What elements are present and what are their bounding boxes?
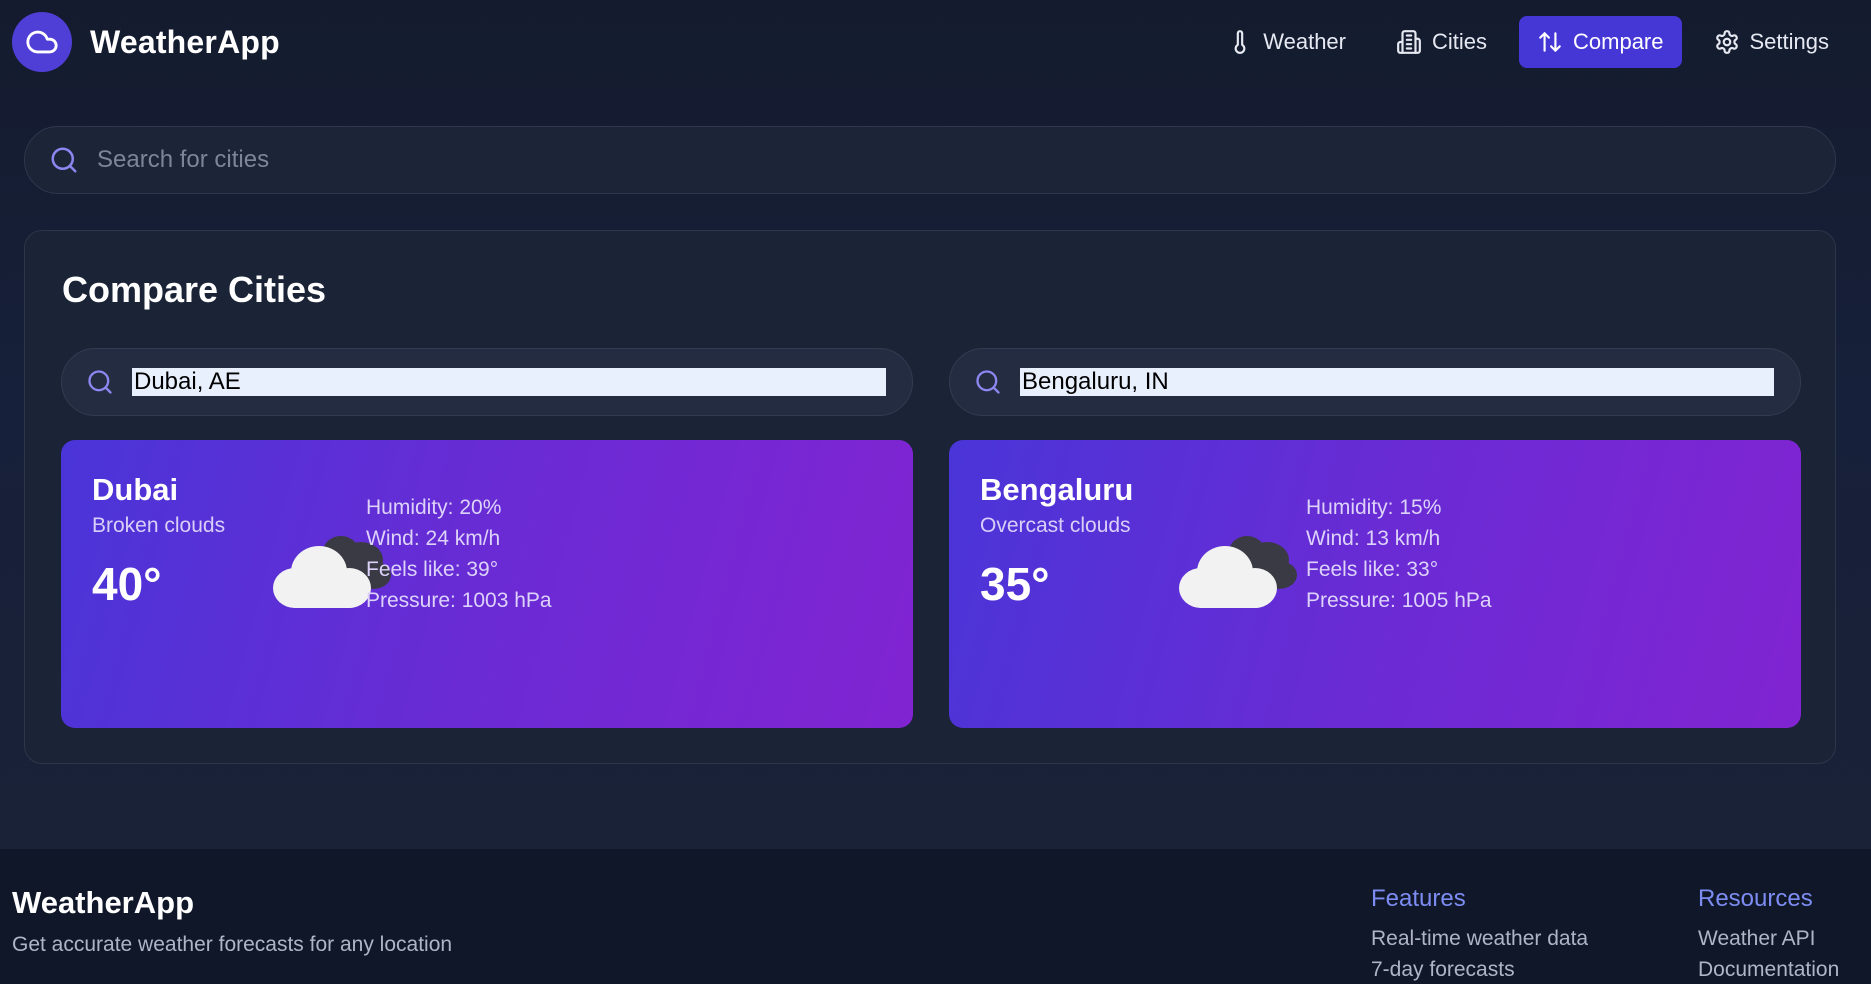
page-title: Compare Cities bbox=[62, 269, 327, 310]
nav-compare-label: Compare bbox=[1573, 29, 1664, 54]
search-icon bbox=[976, 370, 1000, 394]
nav-cities-label: Cities bbox=[1432, 29, 1488, 54]
temperature: 35° bbox=[980, 558, 1050, 610]
footer-features: Features Real-time weather data 7-day fo… bbox=[1371, 885, 1588, 984]
left-city-search bbox=[61, 348, 913, 416]
footer-features-title: Features bbox=[1371, 885, 1466, 912]
footer-tagline: Get accurate weather forecasts for any l… bbox=[12, 933, 453, 956]
wind: Wind: 24 km/h bbox=[366, 527, 501, 550]
building-icon bbox=[1397, 30, 1421, 54]
search-input[interactable] bbox=[97, 146, 1697, 174]
swap-arrows-icon bbox=[1539, 32, 1561, 52]
left-weather-card: Dubai Broken clouds 40° Humidity: 20% Wi… bbox=[61, 440, 913, 728]
gear-icon bbox=[1715, 30, 1738, 54]
nav-compare[interactable]: Compare bbox=[1519, 16, 1682, 68]
city-name: Dubai bbox=[92, 472, 179, 507]
top-navbar: WeatherApp Weather Cities Compare Settin… bbox=[0, 0, 1871, 84]
feels-like: Feels like: 33° bbox=[1306, 558, 1439, 581]
temperature: 40° bbox=[92, 558, 162, 610]
footer-brand: WeatherApp bbox=[12, 885, 195, 920]
thermometer-icon bbox=[1234, 30, 1246, 54]
city-search-bar bbox=[24, 126, 1836, 194]
search-icon bbox=[51, 147, 77, 173]
nav-settings[interactable]: Settings bbox=[1696, 16, 1848, 68]
brand-name: WeatherApp bbox=[90, 23, 280, 60]
cloud-logo-icon bbox=[12, 12, 72, 72]
weather-stats: Humidity: 15% Wind: 13 km/h Feels like: … bbox=[1306, 492, 1492, 616]
nav-cities[interactable]: Cities bbox=[1378, 16, 1505, 68]
footer-link[interactable]: Weather API bbox=[1698, 923, 1839, 954]
pressure: Pressure: 1005 hPa bbox=[1306, 589, 1492, 612]
footer-resources: Resources Weather API Documentation bbox=[1698, 885, 1839, 984]
pressure: Pressure: 1003 hPa bbox=[366, 589, 552, 612]
right-city-search bbox=[949, 348, 1801, 416]
weather-stats: Humidity: 20% Wind: 24 km/h Feels like: … bbox=[366, 492, 552, 616]
footer-link[interactable]: Real-time weather data bbox=[1371, 923, 1588, 954]
main-nav: Weather Cities Compare Settings bbox=[1209, 16, 1847, 68]
footer-resources-title: Resources bbox=[1698, 885, 1813, 912]
footer-link[interactable]: 7-day forecasts bbox=[1371, 954, 1588, 984]
brand[interactable]: WeatherApp bbox=[12, 12, 280, 72]
nav-weather-label: Weather bbox=[1263, 29, 1346, 54]
right-city-input[interactable] bbox=[1020, 368, 1774, 396]
nav-weather[interactable]: Weather bbox=[1209, 16, 1364, 68]
right-weather-card: Bengaluru Overcast clouds 35° Humidity: … bbox=[949, 440, 1801, 728]
weather-condition: Broken clouds bbox=[92, 514, 226, 537]
weather-condition: Overcast clouds bbox=[980, 514, 1131, 537]
humidity: Humidity: 15% bbox=[1306, 496, 1442, 519]
humidity: Humidity: 20% bbox=[366, 496, 502, 519]
feels-like: Feels like: 39° bbox=[366, 558, 499, 581]
search-icon bbox=[88, 370, 112, 394]
city-name: Bengaluru bbox=[980, 472, 1134, 507]
left-city-input[interactable] bbox=[132, 368, 886, 396]
footer-link[interactable]: Documentation bbox=[1698, 954, 1839, 984]
nav-settings-label: Settings bbox=[1749, 29, 1830, 54]
compare-panel: Compare Cities Dubai Broken clouds 40° H… bbox=[24, 230, 1836, 764]
footer: WeatherApp Get accurate weather forecast… bbox=[0, 849, 1871, 984]
overcast-clouds-icon bbox=[1179, 536, 1297, 608]
wind: Wind: 13 km/h bbox=[1306, 527, 1441, 550]
